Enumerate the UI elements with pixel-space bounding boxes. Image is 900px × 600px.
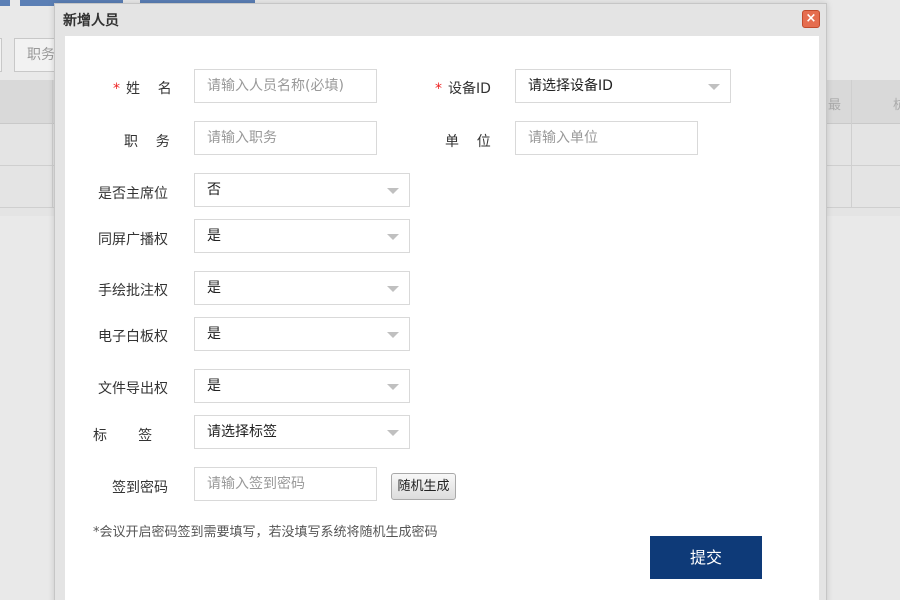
main-seat-select[interactable]: 否 [194, 173, 410, 207]
hand-annotation-label: 手绘批注权 [98, 283, 168, 299]
close-button[interactable]: × [802, 10, 820, 28]
tag-label: 标 签 [93, 428, 153, 444]
close-icon: × [805, 11, 817, 26]
file-export-select[interactable]: 是 [194, 369, 410, 403]
chevron-down-icon [387, 430, 399, 436]
submit-button[interactable]: 提交 [650, 536, 762, 579]
screen-broadcast-select[interactable]: 是 [194, 219, 410, 253]
background-column-divider [851, 80, 852, 208]
random-generate-button[interactable]: 随机生成 [391, 473, 456, 500]
background-header-cell: 最 [828, 98, 842, 113]
name-input[interactable] [194, 69, 377, 103]
background-header-cell: 杭 [893, 98, 900, 113]
unit-label: 单 位 [445, 134, 491, 150]
tag-select[interactable]: 请选择标签 [194, 415, 410, 449]
background-column-divider [52, 80, 53, 208]
background-tab [0, 0, 10, 6]
background-button [0, 38, 2, 72]
position-input[interactable] [194, 121, 377, 155]
chevron-down-icon [387, 384, 399, 390]
required-marker: * [113, 81, 120, 97]
screen-broadcast-value: 是 [207, 228, 221, 244]
position-label: 职 务 [124, 134, 170, 150]
dialog-body: *姓 名 *设备ID 请选择设备ID 职 务 单 位 是否主席位 否 同屏广播权… [65, 36, 819, 600]
required-marker: * [435, 81, 442, 97]
main-seat-value: 否 [207, 182, 221, 198]
name-label: * 姓 名 [113, 81, 172, 97]
tag-value: 请选择标签 [207, 424, 277, 440]
chevron-down-icon [708, 84, 720, 90]
screen-broadcast-label: 同屏广播权 [98, 232, 168, 248]
device-id-label: * 设备ID [435, 81, 491, 97]
chevron-down-icon [387, 332, 399, 338]
chevron-down-icon [387, 234, 399, 240]
signin-password-label: 签到密码 [112, 480, 168, 496]
dialog-title: 新增人员 [63, 13, 119, 29]
whiteboard-select[interactable]: 是 [194, 317, 410, 351]
chevron-down-icon [387, 286, 399, 292]
whiteboard-value: 是 [207, 326, 221, 342]
hand-annotation-value: 是 [207, 280, 221, 296]
password-note: *会议开启密码签到需要填写，若没填写系统将随机生成密码 [93, 525, 438, 540]
file-export-label: 文件导出权 [98, 381, 168, 397]
add-person-dialog: 新增人员 × *姓 名 *设备ID 请选择设备ID 职 务 单 位 是否主席位 … [54, 3, 827, 600]
chevron-down-icon [387, 188, 399, 194]
signin-password-input[interactable] [194, 467, 377, 501]
device-id-value: 请选择设备ID [528, 78, 613, 94]
hand-annotation-select[interactable]: 是 [194, 271, 410, 305]
unit-input[interactable] [515, 121, 698, 155]
file-export-value: 是 [207, 378, 221, 394]
main-seat-label: 是否主席位 [98, 186, 168, 202]
device-id-select[interactable]: 请选择设备ID [515, 69, 731, 103]
whiteboard-label: 电子白板权 [98, 329, 168, 345]
